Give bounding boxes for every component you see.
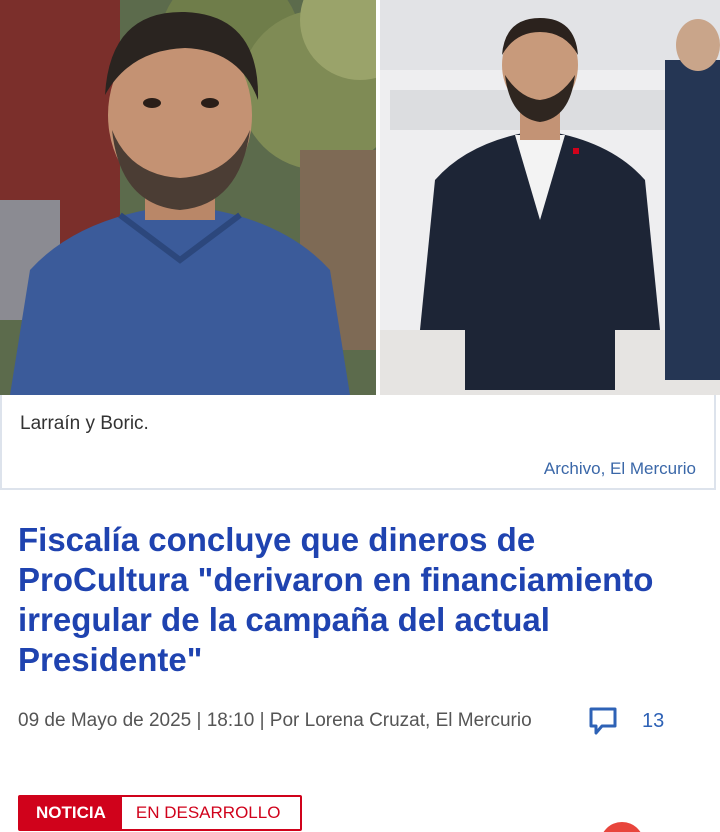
article-headline: Fiscalía concluye que dineros de ProCult… (18, 521, 654, 678)
floating-action-button[interactable] (600, 822, 644, 832)
article-meta: 09 de Mayo de 2025 | 18:10 | Por Lorena … (18, 710, 532, 731)
badge-label-en-desarrollo: EN DESARROLLO (121, 797, 301, 829)
photo-caption-card: Larraín y Boric. Archivo, El Mercurio (0, 395, 716, 490)
article-photo[interactable] (0, 0, 720, 395)
photo-boric (380, 0, 720, 395)
speech-bubble-icon (588, 706, 618, 736)
comment-count: 13 (642, 709, 665, 732)
photo-larrain (0, 0, 376, 395)
photo-credit: Archivo, El Mercurio (543, 459, 696, 478)
news-status-badge: NOTICIA EN DESARROLLO (18, 795, 303, 831)
badge-label-noticia: NOTICIA (20, 797, 122, 829)
comments-button[interactable]: 13 (588, 706, 664, 736)
article-page: Larraín y Boric. Archivo, El Mercurio Fi… (0, 0, 720, 832)
photo-caption: Larraín y Boric. (20, 413, 149, 434)
